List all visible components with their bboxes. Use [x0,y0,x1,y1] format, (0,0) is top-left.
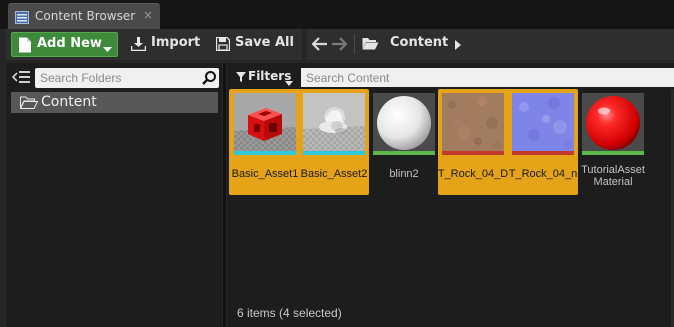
folder-open-icon [362,37,379,53]
save-all-button[interactable]: Save All [210,32,296,57]
chevron-down-icon [285,75,293,89]
path-divider [354,34,355,54]
folder-open-icon [19,96,39,112]
arrow-left-icon[interactable] [311,36,328,52]
folder-label: Content [41,94,97,110]
asset-label: T_Rock_04_D [437,168,509,180]
asset-type-bar [234,151,296,155]
red-cube-thumbnail [234,93,296,151]
add-new-label: Add New [37,36,102,51]
new-file-icon [18,37,32,56]
search-folders-input[interactable] [35,68,219,88]
folder-item-content[interactable]: Content [11,92,218,113]
chevron-down-icon [103,42,112,56]
normal-map-thumbnail [512,93,574,151]
rock-texture-thumbnail [442,93,504,151]
asset-type-bar [512,151,574,155]
asset-label: blinn2 [389,168,419,180]
close-icon[interactable]: × [143,8,153,22]
status-item-count: 6 items (4 selected) [237,306,342,320]
chevron-right-icon[interactable] [455,39,461,53]
white-mesh-thumbnail [303,93,365,151]
asset-type-bar [442,151,504,155]
asset-label: TutorialAsset Material [581,164,645,188]
tree-toggle-icon[interactable] [11,70,30,87]
search-icon[interactable] [202,71,216,88]
arrow-right-icon[interactable] [331,36,348,52]
asset-label: T_Rock_04_n [508,168,578,180]
asset-type-bar [373,151,435,155]
content-browser-icon [15,11,29,27]
splitter[interactable] [223,63,226,327]
import-icon [130,37,147,54]
tab-title: Content Browser [35,9,136,23]
save-all-label: Save All [235,35,294,50]
asset-type-bar [303,151,365,155]
asset-label: Basic_Asset2 [300,168,368,180]
filters-button[interactable]: Filters [231,68,298,86]
tab-strip: Content Browser × [0,0,674,30]
breadcrumb-label: Content [390,35,449,50]
search-content-input[interactable] [301,68,674,87]
asset-label: Basic_Asset1 [231,168,299,180]
white-sphere-thumbnail [373,93,435,151]
add-new-button[interactable]: Add New [11,32,118,57]
import-button[interactable]: Import [125,32,201,57]
filter-icon [236,71,246,85]
import-label: Import [151,35,201,50]
save-icon [215,36,231,54]
tab-content-browser[interactable]: Content Browser × [8,3,160,30]
asset-type-bar [582,151,644,155]
red-sphere-thumbnail [582,93,644,151]
